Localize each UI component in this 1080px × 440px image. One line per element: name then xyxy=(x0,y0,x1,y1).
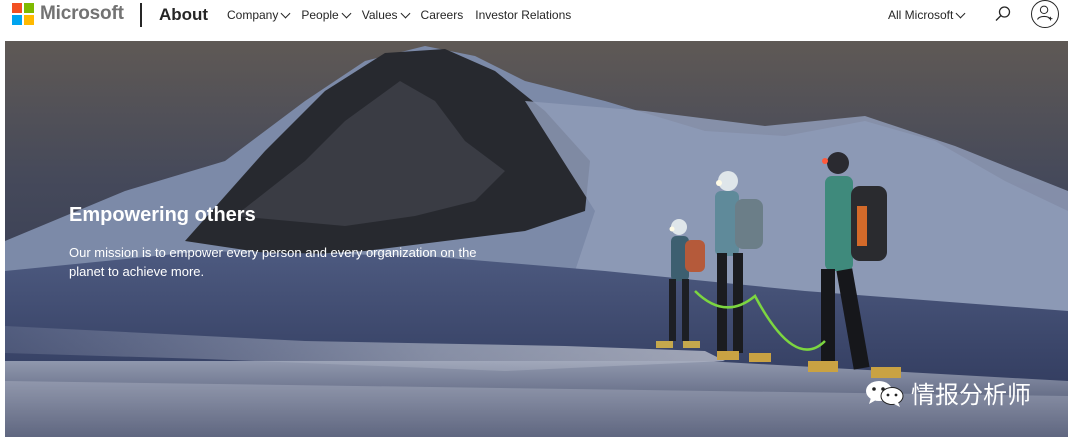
nav-item-label: Careers xyxy=(420,8,464,22)
chevron-down-icon xyxy=(280,8,291,18)
chevron-down-icon xyxy=(955,8,966,18)
hero-description: Our mission is to empower every person a… xyxy=(69,245,477,279)
main-nav: Company People Values Careers Investor R… xyxy=(227,6,583,24)
wechat-icon xyxy=(866,380,904,407)
nav-item-values[interactable]: Values xyxy=(361,6,410,24)
chevron-down-icon xyxy=(341,8,352,18)
nav-item-company[interactable]: Company xyxy=(227,6,291,24)
all-microsoft-label: All Microsoft xyxy=(888,8,954,22)
account-button[interactable] xyxy=(1031,0,1059,28)
nav-item-careers[interactable]: Careers xyxy=(421,6,464,24)
nav-item-label: Values xyxy=(361,8,398,22)
search-icon[interactable] xyxy=(994,5,1012,23)
brand-name[interactable]: Microsoft xyxy=(40,3,124,25)
header-divider xyxy=(140,3,142,27)
nav-item-investor-relations[interactable]: Investor Relations xyxy=(475,6,571,24)
watermark: 情报分析师 xyxy=(863,375,1031,410)
section-title[interactable]: About xyxy=(159,4,208,26)
chevron-down-icon xyxy=(400,8,410,18)
nav-item-label: Company xyxy=(227,8,279,22)
nav-item-label: Investor Relations xyxy=(475,8,572,22)
watermark-text: 情报分析师 xyxy=(911,381,1031,409)
site-header: Microsoft About Company People Values Ca… xyxy=(0,0,1080,40)
microsoft-logo[interactable] xyxy=(12,3,34,25)
nav-item-label: People xyxy=(301,8,339,22)
all-microsoft-menu[interactable]: All Microsoft xyxy=(888,6,966,24)
account-icon xyxy=(1037,5,1053,21)
hero-banner: Empowering others Our mission is to empo… xyxy=(5,41,1068,437)
hero-title: Empowering others xyxy=(69,204,256,226)
nav-item-people[interactable]: People xyxy=(301,6,352,24)
